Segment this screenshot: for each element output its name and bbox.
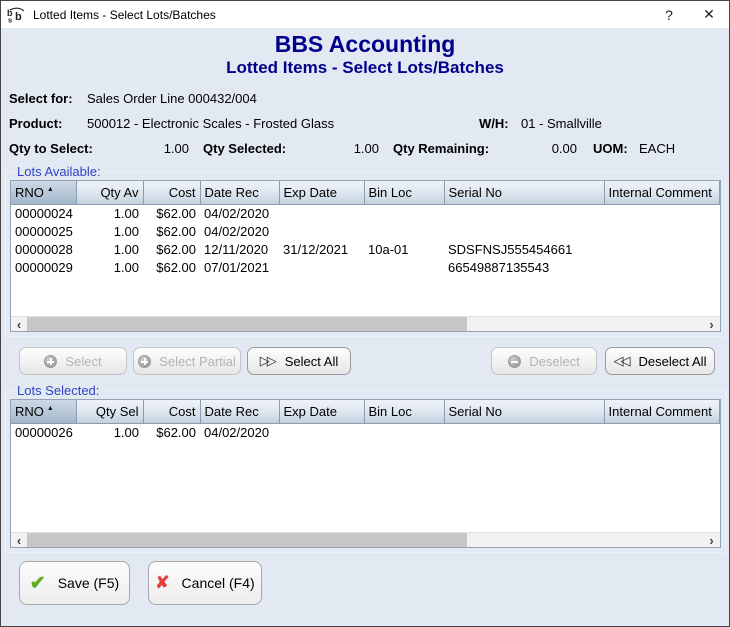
column-header-serial-no[interactable]: Serial No [444,400,605,424]
double-chevron-right-icon: ▷▷ [259,353,277,368]
column-header-bin-loc[interactable]: Bin Loc [364,181,445,205]
deselect-all-button-label: Deselect All [638,353,707,369]
column-header-cost[interactable]: Cost [143,400,201,424]
lots-selected-grid: RNO ▲ Qty Sel Cost Date Rec Exp Date Bin Loc Se… [10,399,721,548]
bbs-app-icon: b s b [7,7,27,24]
uom-label: UOM: [593,141,628,156]
table-row[interactable]: 00000029 1.00 $62.00 07/01/2021 665498871355… [11,258,719,276]
select-for-value: Sales Order Line 000432/004 [87,91,257,106]
column-header-rno[interactable]: RNO ▲ [11,400,77,424]
select-all-button[interactable]: ▷▷ Select All [247,347,351,375]
cancel-button[interactable]: ✘ Cancel (F4) [148,561,262,605]
warehouse-label: W/H: [479,116,509,131]
warehouse-value: 01 - Smallville [521,116,602,131]
deselect-button[interactable]: Deselect [491,347,597,375]
lots-selected-group: Lots Selected: RNO ▲ Qty Sel Cost Date Rec Ex… [5,383,726,553]
footer-bar: ✔ Save (F5) ✘ Cancel (F4) [19,561,729,605]
help-button[interactable]: ? [649,1,689,28]
lots-selected-label: Lots Selected: [17,383,100,398]
column-header-exp-date[interactable]: Exp Date [279,400,365,424]
qty-selected-label: Qty Selected: [203,141,287,156]
column-header-exp-date[interactable]: Exp Date [279,181,365,205]
lots-selected-hscrollbar[interactable]: ‹ › [11,532,720,547]
qty-selected-value: 1.00 [353,141,379,156]
table-row[interactable]: 00000024 1.00 $62.00 04/02/2020 [11,204,719,222]
select-button-label: Select [65,353,102,369]
dialog-window: b s b Lotted Items - Select Lots/Batches… [0,0,730,627]
select-partial-button[interactable]: Select Partial [133,347,241,375]
uom-value: EACH [639,141,676,156]
action-bar: Select Select Partial ▷▷ Select All Dese… [19,347,715,375]
plus-circle-icon [138,354,152,368]
column-header-internal-comment[interactable]: Internal Comment [604,181,720,205]
column-header-bin-loc[interactable]: Bin Loc [364,400,445,424]
column-header-internal-comment[interactable]: Internal Comment [604,400,720,424]
qty-remaining-label: Qty Remaining: [393,141,490,156]
cross-icon: ✘ [155,573,170,592]
scroll-thumb[interactable] [27,533,467,547]
svg-text:b: b [15,11,22,23]
lots-available-label: Lots Available: [17,164,101,179]
qty-to-select-label: Qty to Select: [9,141,93,156]
column-header-serial-no[interactable]: Serial No [444,181,605,205]
column-header-qty-av[interactable]: Qty Av [76,181,144,205]
table-row[interactable]: 00000025 1.00 $62.00 04/02/2020 [11,222,719,240]
deselect-button-label: Deselect [529,353,580,369]
app-title: BBS Accounting [274,31,456,57]
scroll-left-icon[interactable]: ‹ [11,533,27,547]
page-subtitle: Lotted Items - Select Lots/Batches [226,58,504,77]
scroll-track[interactable] [27,317,704,331]
save-button-label: Save (F5) [57,575,120,591]
check-icon: ✔ [29,572,46,594]
select-button[interactable]: Select [19,347,127,375]
product-value: 500012 - Electronic Scales - Frosted Gla… [87,116,335,131]
lots-available-hscrollbar[interactable]: ‹ › [11,316,720,331]
svg-text:s: s [8,15,12,23]
close-icon[interactable]: ✕ [689,1,729,28]
select-all-button-label: Select All [284,353,339,369]
cancel-button-label: Cancel (F4) [181,575,255,591]
column-header-rno[interactable]: RNO ▲ [11,181,77,205]
column-header-qty-sel[interactable]: Qty Sel [76,400,144,424]
title-bar: b s b Lotted Items - Select Lots/Batches… [1,1,729,28]
scroll-thumb[interactable] [27,317,467,331]
scroll-left-icon[interactable]: ‹ [11,317,27,331]
qty-remaining-value: 0.00 [551,141,577,156]
window-title: Lotted Items - Select Lots/Batches [33,7,216,22]
info-panel: Select for: Sales Order Line 000432/004 … [9,86,721,161]
product-label: Product: [9,116,63,131]
lots-selected-table: RNO ▲ Qty Sel Cost Date Rec Exp Date Bin Loc Se… [11,400,720,441]
column-header-date-rec[interactable]: Date Rec [200,400,280,424]
sort-ascending-icon: ▲ [46,185,54,193]
qty-to-select-value: 1.00 [163,141,189,156]
scroll-right-icon[interactable]: › [704,533,720,547]
deselect-all-button[interactable]: ◁◁ Deselect All [605,347,715,375]
page-header: BBS Accounting Lotted Items - Select Lot… [1,31,729,78]
double-chevron-left-icon: ◁◁ [613,353,631,368]
table-row[interactable]: 00000028 1.00 $62.00 12/11/2020 31/12/2021 10… [11,240,719,258]
table-row[interactable]: 00000026 1.00 $62.00 04/02/2020 [11,423,719,441]
select-partial-button-label: Select Partial [159,353,236,369]
plus-circle-icon [44,354,58,368]
scroll-track[interactable] [27,533,704,547]
save-button[interactable]: ✔ Save (F5) [19,561,130,605]
lots-available-grid: RNO ▲ Qty Av Cost Date Rec Exp Date Bin Loc Ser… [10,180,721,332]
sort-ascending-icon: ▲ [46,404,54,412]
select-for-label: Select for: [9,91,73,106]
minus-circle-icon [508,354,522,368]
scroll-right-icon[interactable]: › [704,317,720,331]
lots-available-table: RNO ▲ Qty Av Cost Date Rec Exp Date Bin Loc Ser… [11,181,720,276]
lots-available-group: Lots Available: RNO ▲ Qty Av Cost Date Rec Ex… [5,164,726,337]
column-header-cost[interactable]: Cost [143,181,201,205]
column-header-date-rec[interactable]: Date Rec [200,181,280,205]
